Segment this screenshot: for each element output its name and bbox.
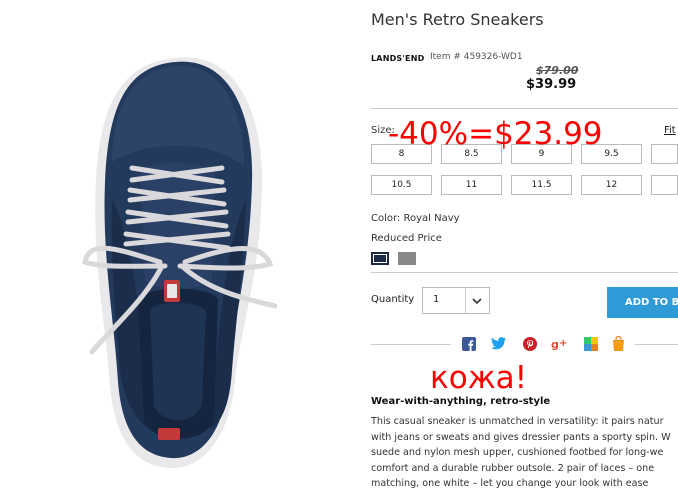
product-image (0, 0, 350, 485)
quantity-label: Quantity (371, 294, 415, 305)
quantity-value: 1 (433, 294, 440, 305)
leather-annotation: кожа! (430, 360, 528, 396)
size-option-11[interactable]: 11 (441, 175, 502, 195)
google-plus-icon[interactable]: g + (551, 336, 569, 351)
divider (635, 344, 678, 345)
size-option-12[interactable]: 12 (581, 175, 642, 195)
description-line: suede and nylon mesh upper, cushioned fo… (371, 447, 664, 458)
item-number: Item # 459326-WD1 (430, 52, 523, 62)
color-label: Color: Royal Navy (371, 213, 460, 224)
color-swatch-navy[interactable] (371, 252, 389, 265)
description-line: This casual sneaker is unmatched in vers… (371, 416, 664, 427)
discount-annotation: -40%=$23.99 (388, 116, 603, 152)
quantity-select[interactable]: 1 (422, 287, 490, 314)
size-option-11-5[interactable]: 11.5 (511, 175, 572, 195)
divider (371, 108, 678, 109)
divider (371, 344, 451, 345)
size-option-10[interactable] (651, 144, 678, 164)
description-heading: Wear-with-anything, retro-style (371, 396, 551, 407)
description-line: matching, one white – let you change you… (371, 478, 649, 489)
size-option-13[interactable] (651, 175, 678, 195)
pinterest-icon[interactable] (522, 336, 537, 351)
sale-price: $39.99 (526, 77, 577, 92)
svg-text:+: + (559, 338, 567, 349)
description-line: comfort and a durable rubber outsole. 2 … (371, 462, 655, 474)
fit-guide-link[interactable]: Fit (664, 125, 676, 136)
twitter-icon[interactable] (491, 336, 506, 351)
shopping-bag-icon[interactable] (611, 336, 626, 351)
chevron-down-icon (472, 298, 482, 305)
reduced-price-label: Reduced Price (371, 233, 442, 244)
add-to-bag-button[interactable]: ADD TO B (607, 287, 678, 318)
original-price: $79.00 (536, 64, 579, 77)
size-option-10-5[interactable]: 10.5 (371, 175, 432, 195)
description-line: with jeans or sweats and gives dressier … (371, 431, 671, 443)
divider (465, 288, 466, 313)
description-text: This casual sneaker is unmatched in vers… (371, 414, 678, 492)
shopstyle-icon[interactable] (583, 336, 598, 351)
facebook-icon[interactable] (461, 336, 476, 351)
svg-text:g: g (551, 338, 559, 350)
color-swatch-gray[interactable] (398, 252, 416, 265)
brand-logo: LANDS'END (371, 54, 425, 63)
divider (371, 272, 678, 273)
product-title: Men's Retro Sneakers (371, 10, 544, 29)
